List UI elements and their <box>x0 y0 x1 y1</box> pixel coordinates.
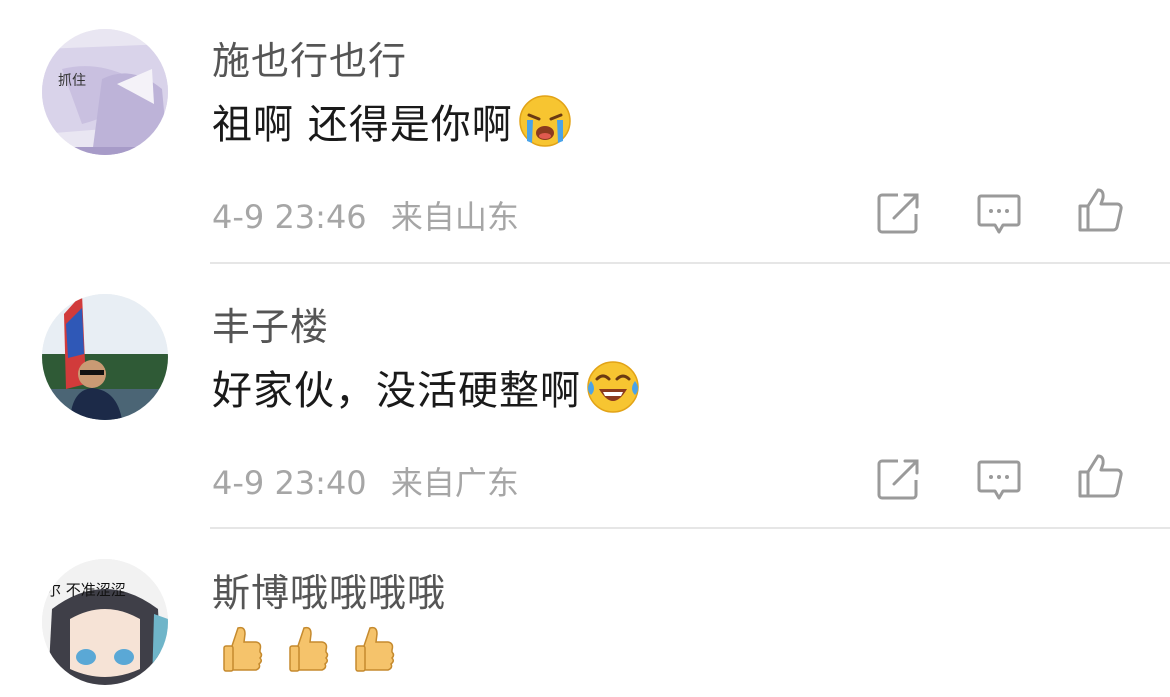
crying-face-icon <box>517 93 573 149</box>
reply-button[interactable] <box>973 187 1025 239</box>
comment-meta: 4-9 23:46 来自山东 <box>212 192 519 238</box>
like-icon <box>1078 188 1123 232</box>
share-icon <box>877 459 919 500</box>
comment-location: 来自广东 <box>390 464 519 502</box>
avatar[interactable]: 抓住 <box>42 29 168 155</box>
comment-meta: 4-9 23:40 来自广东 <box>212 458 519 504</box>
thumbs-up-icon <box>289 626 329 672</box>
avatar[interactable]: 尔 不准涩涩 <box>42 559 168 685</box>
comment-text: 祖啊 还得是你啊 <box>212 102 513 148</box>
like-icon <box>1078 454 1123 498</box>
divider <box>210 262 1170 264</box>
comment-icon <box>977 460 1021 500</box>
comment-icon <box>977 194 1021 234</box>
divider <box>210 527 1170 529</box>
comment-text-row: 祖啊 还得是你啊 <box>212 92 573 150</box>
comment-text: 好家伙，没活硬整啊 <box>212 368 581 414</box>
share-button[interactable] <box>872 453 924 505</box>
like-button[interactable] <box>1074 184 1126 236</box>
laughing-tears-icon <box>585 359 641 415</box>
reply-button[interactable] <box>973 453 1025 505</box>
share-button[interactable] <box>872 187 924 239</box>
avatar-caption: 抓住 <box>58 73 86 89</box>
comment-time: 4-9 23:46 <box>212 198 367 236</box>
share-icon <box>877 193 919 234</box>
avatar[interactable] <box>42 294 168 420</box>
thumbs-up-icon <box>355 626 395 672</box>
username[interactable]: 丰子楼 <box>212 296 329 351</box>
username[interactable]: 斯博哦哦哦哦 <box>212 562 446 617</box>
like-button[interactable] <box>1074 450 1126 502</box>
comment-text-row <box>218 622 416 678</box>
username[interactable]: 施也行也行 <box>212 30 407 85</box>
avatar-caption: 尔 不准涩涩 <box>46 581 126 599</box>
comment-time: 4-9 23:40 <box>212 464 367 502</box>
comment-location: 来自山东 <box>390 198 519 236</box>
comment-text-row: 好家伙，没活硬整啊 <box>212 358 641 416</box>
thumbs-up-icon <box>223 626 263 672</box>
